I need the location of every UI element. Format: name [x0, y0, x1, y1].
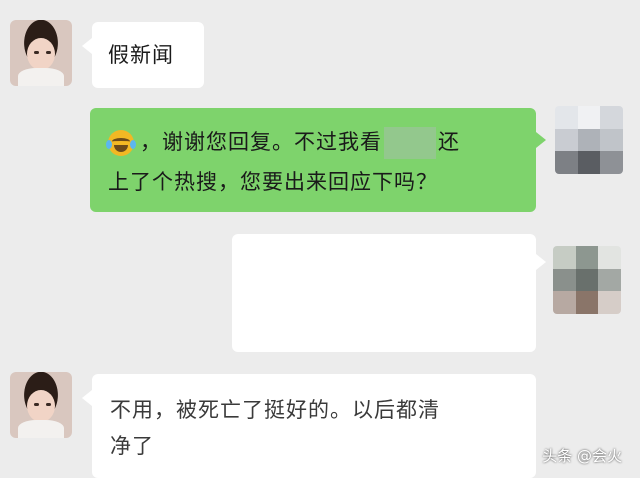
contact-avatar[interactable]: [10, 372, 72, 438]
message-line-2: 上了个热搜，您要出来回应下吗？: [108, 170, 438, 194]
message-text: 假新闻: [108, 43, 174, 67]
incoming-message-bubble[interactable]: 假新闻: [82, 22, 204, 88]
avatar-eye-left: [34, 51, 39, 54]
bubble-tail: [536, 132, 546, 148]
bubble-tail: [536, 254, 546, 270]
avatar-eye-right: [46, 403, 51, 406]
outgoing-message-bubble-blank[interactable]: [232, 234, 546, 352]
avatar-scarf: [18, 420, 64, 438]
self-avatar-pixelated[interactable]: [553, 246, 621, 314]
avatar-eye-right: [46, 51, 51, 54]
avatar-face: [27, 38, 55, 70]
watermark-label: 头条 @会火: [542, 447, 622, 465]
message-line-1: ，谢谢您回复。不过我看 还: [106, 126, 460, 159]
avatar-face: [27, 390, 55, 422]
outgoing-message-bubble[interactable]: ，谢谢您回复。不过我看 还 上了个热搜，您要出来回应下吗？: [90, 108, 546, 212]
redacted-name: [384, 127, 436, 159]
incoming-message-bubble[interactable]: 不用，被死亡了挺好的。以后都清 净了: [82, 374, 536, 478]
contact-avatar[interactable]: [10, 20, 72, 86]
crying-laughing-emoji-icon: [106, 130, 136, 156]
message-text-part: ，谢谢您回复。不过我看: [140, 130, 382, 154]
message-text-part: 还: [438, 130, 460, 154]
bubble-tail: [82, 38, 92, 54]
avatar-scarf: [18, 68, 64, 86]
avatar-eye-left: [34, 403, 39, 406]
bubble-tail: [82, 390, 92, 406]
message-line-1: 不用，被死亡了挺好的。以后都清: [110, 398, 440, 422]
self-avatar-pixelated[interactable]: [555, 106, 623, 174]
message-line-2: 净了: [110, 434, 154, 458]
